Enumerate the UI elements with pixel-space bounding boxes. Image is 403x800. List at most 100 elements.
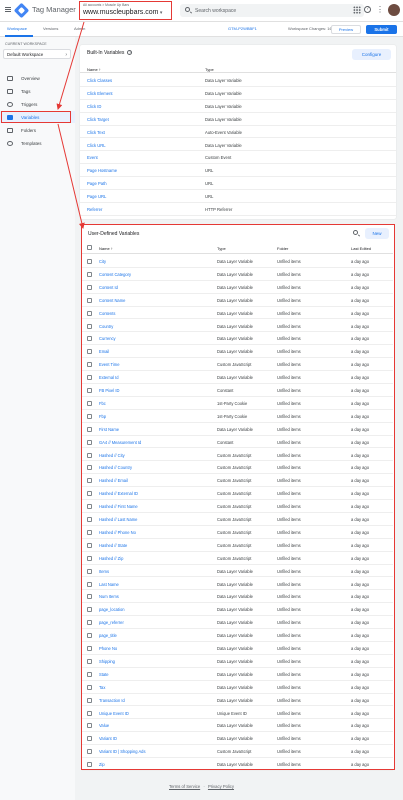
variable-name-link[interactable]: Click Text xyxy=(87,130,105,135)
variable-name-link[interactable]: Num Items xyxy=(99,594,119,599)
variable-name-link[interactable]: Variant ID xyxy=(99,736,117,741)
row-checkbox[interactable] xyxy=(87,504,92,510)
new-variable-button[interactable]: New xyxy=(365,228,389,239)
table-row[interactable]: Click Target Data Layer Variable xyxy=(80,113,396,126)
table-row[interactable]: Email Data Layer Variable Unfiled items a d… xyxy=(82,345,393,359)
row-checkbox[interactable] xyxy=(87,697,92,703)
variable-name-link[interactable]: Hashed // State xyxy=(99,543,127,548)
variable-name-link[interactable]: Hashed // Country xyxy=(99,465,132,470)
variable-name-link[interactable]: Last Name xyxy=(99,582,119,587)
terms-of-service-link[interactable]: Terms of Service xyxy=(169,784,200,789)
configure-button[interactable]: Configure xyxy=(352,49,391,60)
row-checkbox[interactable] xyxy=(87,658,92,664)
table-row[interactable]: Items Data Layer Variable Unfiled items a d… xyxy=(82,565,393,578)
variable-name-link[interactable]: Items xyxy=(99,569,109,574)
row-checkbox[interactable] xyxy=(87,375,92,381)
submit-button[interactable]: Submit xyxy=(366,25,397,34)
table-row[interactable]: Click Classes Data Layer Variable xyxy=(80,74,396,87)
table-row[interactable]: Page Path URL xyxy=(80,177,396,191)
table-row[interactable]: page_referrer Data Layer Variable Unfiled … xyxy=(82,616,393,630)
variable-name-link[interactable]: Event xyxy=(87,155,98,160)
tab-admin[interactable]: Admin xyxy=(74,26,85,31)
variable-name-link[interactable]: Shipping xyxy=(99,659,115,664)
container-name[interactable]: www.muscleupbars.com xyxy=(83,9,162,16)
variable-name-link[interactable]: Page Path xyxy=(87,181,107,186)
variable-name-link[interactable]: Transaction Id xyxy=(99,698,125,703)
variable-name-link[interactable]: Referrer xyxy=(87,207,102,212)
variable-name-link[interactable]: Hashed // Email xyxy=(99,478,128,483)
row-checkbox[interactable] xyxy=(87,646,92,651)
variable-name-link[interactable]: Hashed // Phone No xyxy=(99,530,136,535)
variable-name-link[interactable]: First Name xyxy=(99,427,119,432)
preview-button[interactable]: Preview xyxy=(331,25,361,34)
table-row[interactable]: Click Text Auto-Event Variable xyxy=(80,126,396,139)
sidebar-item-overview[interactable]: Overview xyxy=(0,72,75,84)
table-row[interactable]: Page Hostname URL xyxy=(80,164,396,178)
account-avatar[interactable] xyxy=(388,4,400,16)
table-row[interactable]: Zip Data Layer Variable Unfiled items a day… xyxy=(82,758,393,771)
folder-column-header[interactable]: Folder xyxy=(277,246,288,251)
table-row[interactable]: Referrer HTTP Referrer xyxy=(80,203,396,216)
sidebar-item-triggers[interactable]: Triggers xyxy=(0,98,75,110)
variable-name-link[interactable]: Click Classes xyxy=(87,78,112,83)
type-column-header[interactable]: Type xyxy=(205,67,214,72)
table-row[interactable]: page_location Data Layer Variable Unfiled … xyxy=(82,603,393,617)
variable-name-link[interactable]: Unique Event ID xyxy=(99,711,129,716)
table-row[interactable]: Hashed // City Custom JavaScript Unfiled i… xyxy=(82,449,393,462)
table-row[interactable]: State Data Layer Variable Unfiled items a d… xyxy=(82,668,393,681)
variable-name-link[interactable]: External Id xyxy=(99,375,119,380)
variable-name-link[interactable]: Page URL xyxy=(87,194,106,199)
variable-name-link[interactable]: Phone No xyxy=(99,646,117,651)
sidebar-item-folders[interactable]: Folders xyxy=(0,124,75,136)
table-row[interactable]: Click URL Data Layer Variable xyxy=(80,139,396,152)
variable-name-link[interactable]: Content Id xyxy=(99,285,118,290)
table-row[interactable]: Hashed // Last Name Custom JavaScript Unfi… xyxy=(82,513,393,526)
table-row[interactable]: Hashed // Phone No Custom JavaScript Unfil… xyxy=(82,526,393,539)
table-row[interactable]: GA4 // Measurement Id Constant Unfiled ite… xyxy=(82,436,393,449)
row-checkbox[interactable] xyxy=(87,542,92,548)
variable-name-link[interactable]: GA4 // Measurement Id xyxy=(99,440,141,445)
sidebar-item-tags[interactable]: Tags xyxy=(0,85,75,97)
account-breadcrumb[interactable]: All accounts > Muscle Up Bars xyxy=(83,3,129,7)
search-workspace-input[interactable]: Search workspace xyxy=(180,4,364,17)
variable-name-link[interactable]: Email xyxy=(99,349,109,354)
variable-name-link[interactable]: Hashed // External ID xyxy=(99,491,138,496)
table-row[interactable]: Fbp 1st-Party Cookie Unfiled items a day ag… xyxy=(82,410,393,423)
variable-name-link[interactable]: page_title xyxy=(99,633,117,638)
row-checkbox[interactable] xyxy=(87,723,92,729)
table-row[interactable]: Currency Data Layer Variable Unfiled items… xyxy=(82,332,393,346)
variable-name-link[interactable]: Page Hostname xyxy=(87,168,117,173)
variable-name-link[interactable]: City xyxy=(99,259,106,264)
table-row[interactable]: page_title Data Layer Variable Unfiled ite… xyxy=(82,629,393,642)
row-checkbox[interactable] xyxy=(87,439,92,445)
apps-grid-icon[interactable] xyxy=(353,6,361,14)
row-checkbox[interactable] xyxy=(87,388,92,393)
table-row[interactable]: First Name Data Layer Variable Unfiled ite… xyxy=(82,423,393,436)
row-checkbox[interactable] xyxy=(87,336,92,342)
type-column-header[interactable]: Type xyxy=(217,246,226,251)
help-icon[interactable]: ? xyxy=(364,6,371,13)
variable-name-link[interactable]: Fbp xyxy=(99,414,106,419)
row-checkbox[interactable] xyxy=(87,426,92,432)
name-column-header[interactable]: Name ↑ xyxy=(87,67,101,72)
variable-name-link[interactable]: Currency xyxy=(99,336,116,341)
more-vert-icon[interactable]: ⋮ xyxy=(376,6,384,14)
variable-name-link[interactable]: Tax xyxy=(99,685,105,690)
row-checkbox[interactable] xyxy=(87,517,92,522)
tab-versions[interactable]: Versions xyxy=(43,26,58,31)
variable-name-link[interactable]: Value xyxy=(99,723,109,728)
row-checkbox[interactable] xyxy=(87,465,92,471)
row-checkbox[interactable] xyxy=(87,297,92,303)
row-checkbox[interactable] xyxy=(87,529,92,535)
row-checkbox[interactable] xyxy=(87,555,92,561)
variable-name-link[interactable]: FB Pixel ID xyxy=(99,388,119,393)
table-row[interactable]: Page URL URL xyxy=(80,190,396,203)
variable-name-link[interactable]: page_location xyxy=(99,607,125,612)
variable-name-link[interactable]: Click Target xyxy=(87,117,109,122)
sidebar-item-templates[interactable]: Templates xyxy=(0,137,75,149)
tab-workspace[interactable]: Workspace xyxy=(7,26,27,31)
last-edited-column-header[interactable]: Last Edited xyxy=(351,246,371,251)
row-checkbox[interactable] xyxy=(87,323,92,329)
variable-name-link[interactable]: Fbc xyxy=(99,401,106,406)
variable-name-link[interactable]: Click URL xyxy=(87,143,106,148)
